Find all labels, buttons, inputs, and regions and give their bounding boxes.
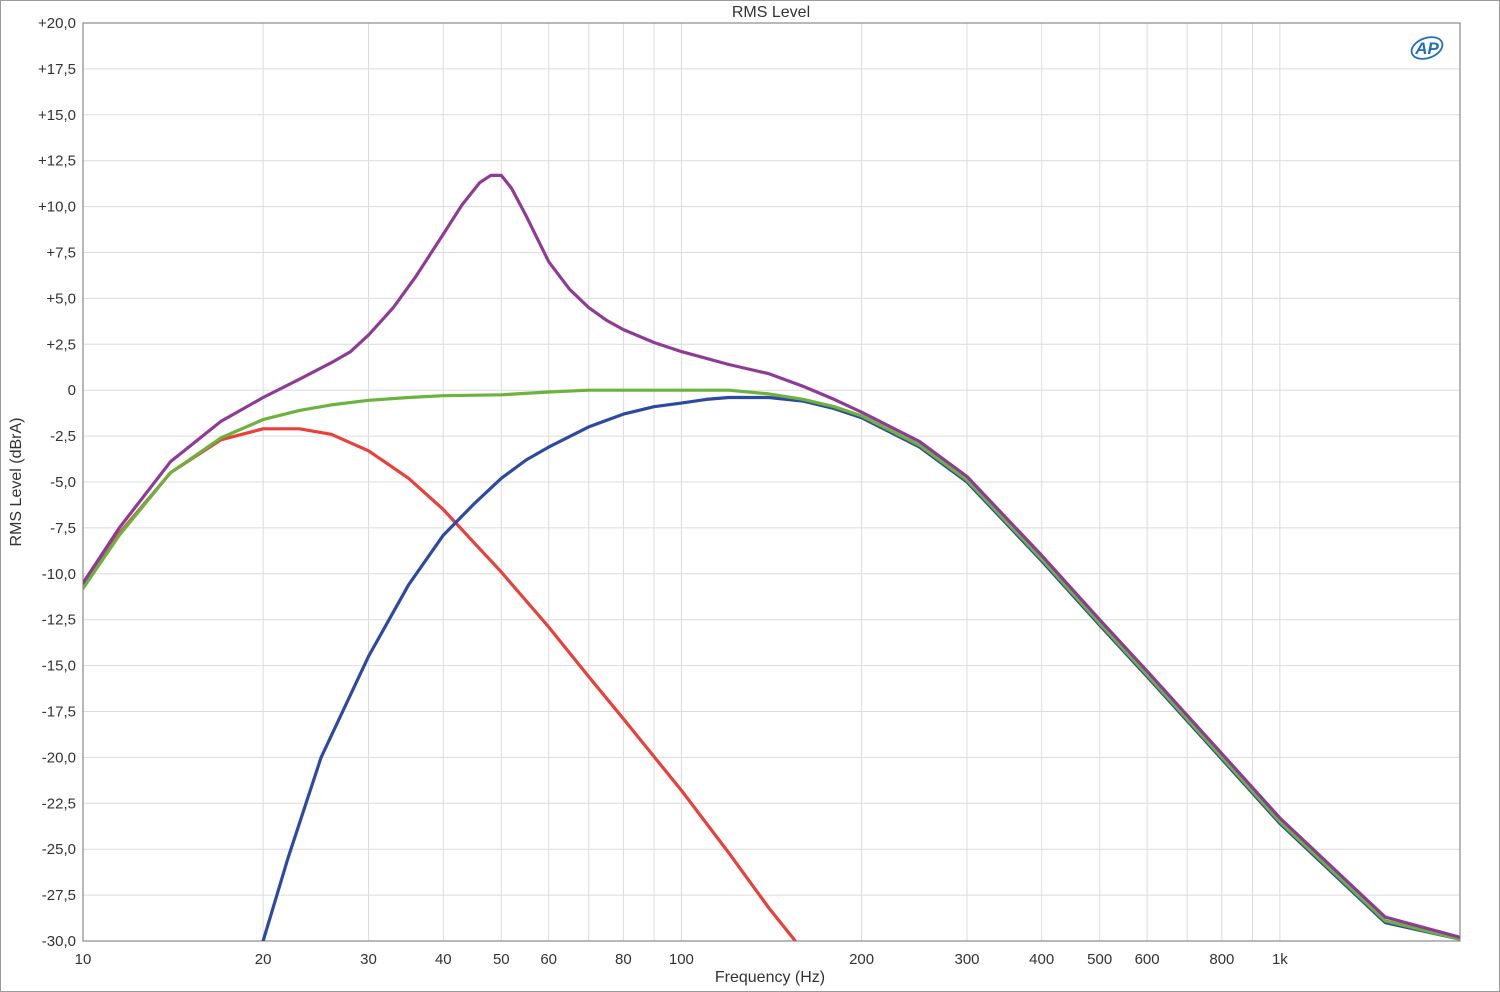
y-axis-label: RMS Level (dBrA) — [8, 418, 25, 547]
x-tick-label: 60 — [540, 951, 557, 968]
y-tick-label: -17,5 — [42, 704, 76, 721]
y-tick-label: 0 — [68, 382, 76, 399]
rms-level-chart: 10 20 30 40 50 60 80 100 200 300 400 500 600 800 1k +2… — [8, 4, 1461, 986]
ap-logo: AP — [1410, 36, 1444, 60]
series-lines — [83, 173, 1460, 941]
x-tick-labels: 10 20 30 40 50 60 80 100 200 300 400 500 600 800 1k — [75, 951, 1289, 968]
x-tick-label: 1k — [1272, 951, 1288, 968]
ap-logo-text: AP — [1414, 39, 1439, 58]
y-tick-label: -10,0 — [42, 566, 76, 583]
y-tick-label: -15,0 — [42, 658, 76, 675]
y-tick-label: -20,0 — [42, 749, 76, 766]
y-tick-label: -2,5 — [50, 428, 76, 445]
y-tick-label: +20,0 — [38, 15, 76, 32]
x-tick-label: 20 — [255, 951, 272, 968]
y-tick-label: -30,0 — [42, 933, 76, 950]
x-tick-label: 400 — [1029, 951, 1054, 968]
x-tick-label: 50 — [493, 951, 510, 968]
y-tick-label: +17,5 — [38, 61, 76, 78]
series-line-4 — [83, 173, 1460, 939]
x-axis-label: Frequency (Hz) — [715, 969, 825, 986]
chart-title: RMS Level — [732, 4, 810, 21]
y-tick-label: +10,0 — [38, 199, 76, 216]
y-tick-label: -27,5 — [42, 887, 76, 904]
y-tick-label: -25,0 — [42, 841, 76, 858]
x-tick-label: 500 — [1087, 951, 1112, 968]
y-tick-label: -5,0 — [50, 474, 76, 491]
y-tick-label: +5,0 — [46, 290, 76, 307]
x-tick-label: 80 — [615, 951, 632, 968]
y-tick-label: -22,5 — [42, 795, 76, 812]
y-tick-labels: +20,0 +17,5 +15,0 +12,5 +10,0 +7,5 +5,0 +2,5 0 -2… — [38, 15, 76, 950]
y-tick-label: +7,5 — [46, 245, 76, 262]
y-tick-label: +15,0 — [38, 107, 76, 124]
y-tick-label: -7,5 — [50, 520, 76, 537]
x-tick-label: 40 — [435, 951, 452, 968]
grid-lines — [83, 23, 1460, 941]
x-tick-label: 200 — [849, 951, 874, 968]
x-tick-label: 300 — [954, 951, 979, 968]
y-tick-label: +12,5 — [38, 153, 76, 170]
y-tick-label: -12,5 — [42, 612, 76, 629]
x-tick-label: 100 — [669, 951, 694, 968]
x-tick-label: 30 — [360, 951, 377, 968]
y-tick-label: +2,5 — [46, 336, 76, 353]
x-tick-label: 600 — [1135, 951, 1160, 968]
x-tick-label: 10 — [75, 951, 92, 968]
x-tick-label: 800 — [1209, 951, 1234, 968]
series-line-1 — [83, 427, 797, 941]
